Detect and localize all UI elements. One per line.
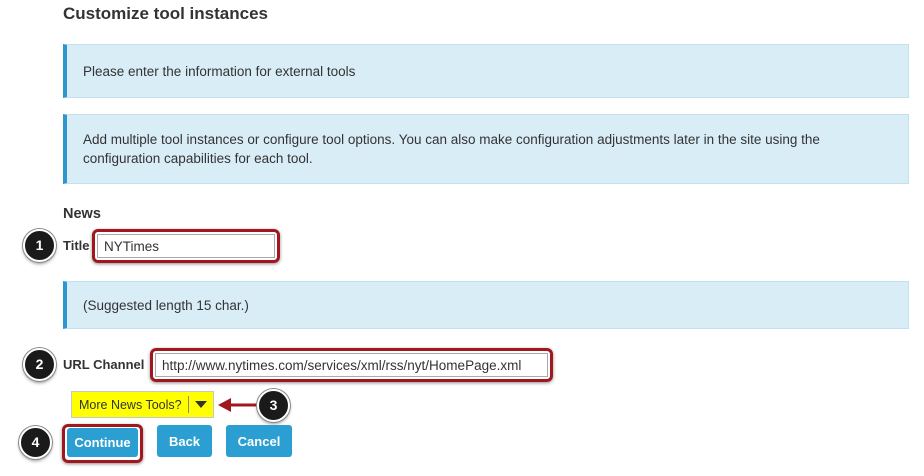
- callout-badge-2: 2: [23, 348, 56, 381]
- callout-badge-4: 4: [19, 426, 52, 459]
- info-message-suggested-length: (Suggested length 15 char.): [63, 281, 909, 329]
- page-title: Customize tool instances: [63, 4, 268, 23]
- callout-badge-3: 3: [257, 389, 290, 422]
- chevron-down-icon[interactable]: [189, 401, 213, 408]
- url-input-highlight: [150, 348, 553, 382]
- info-message-text: Please enter the information for externa…: [83, 63, 356, 79]
- info-message-text: (Suggested length 15 char.): [83, 297, 249, 313]
- callout-badge-1: 1: [23, 229, 56, 262]
- title-input-highlight: [92, 229, 280, 263]
- select-value: More News Tools?: [79, 397, 182, 412]
- info-message-text: Add multiple tool instances or configure…: [83, 132, 820, 166]
- continue-button[interactable]: Continue: [67, 428, 138, 457]
- cancel-button[interactable]: Cancel: [226, 425, 292, 457]
- url-channel-label: URL Channel: [63, 357, 145, 372]
- info-message-multiple-instances: Add multiple tool instances or configure…: [63, 114, 909, 184]
- arrow-left-icon: [218, 398, 259, 412]
- info-message-external-tools: Please enter the information for externa…: [63, 44, 909, 98]
- back-button[interactable]: Back: [157, 425, 212, 457]
- title-label: Title: [63, 238, 90, 253]
- more-news-tools-select[interactable]: More News Tools?: [71, 391, 214, 418]
- news-section-heading: News: [63, 206, 101, 222]
